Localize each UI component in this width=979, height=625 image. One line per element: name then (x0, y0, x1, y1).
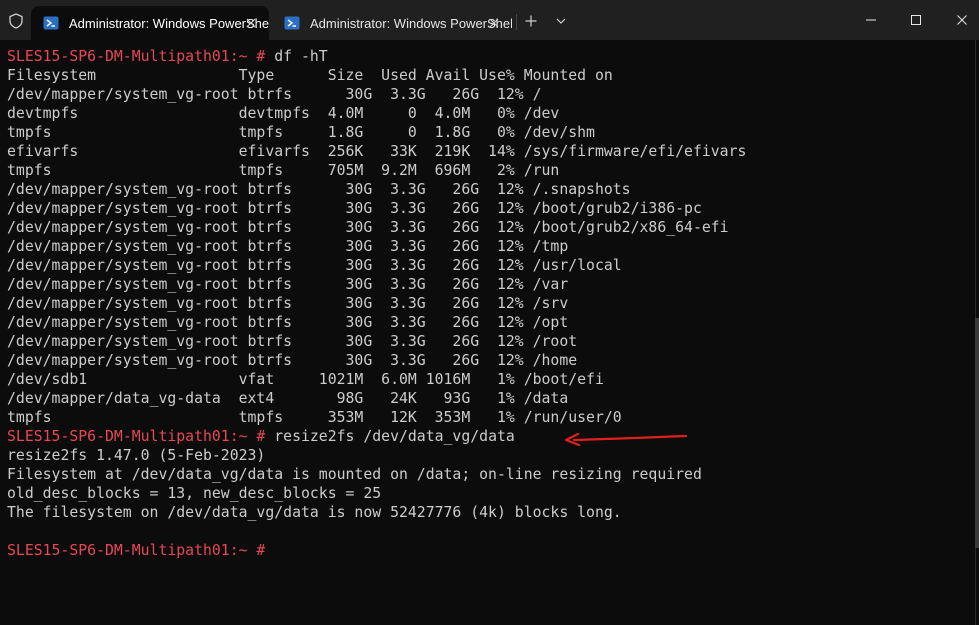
close-window-button[interactable] (950, 8, 974, 32)
output-line: old_desc_blocks = 13, new_desc_blocks = … (7, 485, 382, 502)
output-line: /dev/mapper/system_vg-root btrfs 30G 3.3… (7, 86, 542, 103)
output-line: devtmpfs devtmpfs 4.0M 0 4.0M 0% /dev (7, 105, 560, 122)
powershell-icon (43, 16, 59, 30)
shell-prompt: SLES15-SP6-DM-Multipath01:~ # (7, 428, 266, 445)
tab-close-button[interactable] (486, 15, 502, 31)
output-line: resize2fs 1.47.0 (5-Feb-2023) (7, 447, 266, 464)
output-line: /dev/mapper/system_vg-root btrfs 30G 3.3… (7, 333, 578, 350)
plus-icon (525, 15, 537, 27)
output-line: /dev/mapper/system_vg-root btrfs 30G 3.3… (7, 314, 569, 331)
minimize-icon (866, 19, 876, 21)
output-line: Filesystem Type Size Used Avail Use% Mou… (7, 67, 613, 84)
tab-dropdown-button[interactable] (551, 11, 571, 31)
prompt-line: SLES15-SP6-DM-Multipath01:~ # (7, 541, 972, 560)
output-line: /dev/mapper/data_vg-data ext4 98G 24K 93… (7, 390, 569, 407)
output-line: /dev/mapper/system_vg-root btrfs 30G 3.3… (7, 200, 702, 217)
tab-close-button[interactable] (243, 15, 259, 31)
new-tab-button[interactable] (520, 11, 542, 31)
terminal-output[interactable]: SLES15-SP6-DM-Multipath01:~ # df -hT File… (7, 47, 972, 617)
close-icon (957, 15, 967, 25)
output-line: efivarfs efivarfs 256K 33K 219K 14% /sys… (7, 143, 747, 160)
prompt-line: SLES15-SP6-DM-Multipath01:~ # df -hT (7, 47, 972, 66)
powershell-icon (284, 16, 300, 30)
output-line: /dev/mapper/system_vg-root btrfs 30G 3.3… (7, 295, 569, 312)
shell-prompt: SLES15-SP6-DM-Multipath01:~ # (7, 48, 266, 65)
shield-icon (9, 13, 23, 29)
output-line: tmpfs tmpfs 1.8G 0 1.8G 0% /dev/shm (7, 124, 595, 141)
maximize-icon (911, 15, 921, 25)
output-line: /dev/mapper/system_vg-root btrfs 30G 3.3… (7, 276, 569, 293)
scrollbar-thumb[interactable] (975, 318, 979, 548)
output-line: /dev/mapper/system_vg-root btrfs 30G 3.3… (7, 238, 569, 255)
annotation-arrow (564, 432, 688, 447)
output-line: Filesystem at /dev/data_vg/data is mount… (7, 466, 702, 483)
output-line: /dev/mapper/system_vg-root btrfs 30G 3.3… (7, 352, 578, 369)
tab-powershell-1[interactable]: Administrator: Windows PowerShell (31, 6, 269, 40)
tab-divider (516, 14, 517, 30)
close-icon (489, 18, 499, 28)
output-line: /dev/mapper/system_vg-root btrfs 30G 3.3… (7, 257, 622, 274)
command-text: df -hT (265, 48, 328, 65)
output-line: tmpfs tmpfs 705M 9.2M 696M 2% /run (7, 162, 560, 179)
output-line: tmpfs tmpfs 353M 12K 353M 1% /run/user/0 (7, 409, 622, 426)
tab-label: Administrator: Windows PowerShell (310, 15, 512, 31)
close-icon (246, 18, 256, 28)
minimize-button[interactable] (859, 8, 883, 32)
maximize-button[interactable] (904, 8, 928, 32)
shell-prompt: SLES15-SP6-DM-Multipath01:~ # (7, 542, 266, 559)
tab-powershell-2[interactable]: Administrator: Windows PowerShell (272, 6, 512, 40)
tab-label: Administrator: Windows PowerShell (69, 15, 269, 31)
output-line: /dev/sdb1 vfat 1021M 6.0M 1016M 1% /boot… (7, 371, 604, 388)
output-line: /dev/mapper/system_vg-root btrfs 30G 3.3… (7, 181, 631, 198)
output-line: /dev/mapper/system_vg-root btrfs 30G 3.3… (7, 219, 729, 236)
command-text: resize2fs /dev/data_vg/data (265, 428, 515, 445)
chevron-down-icon (556, 18, 566, 24)
output-line: The filesystem on /dev/data_vg/data is n… (7, 504, 622, 521)
title-bar: Administrator: Windows PowerShell Admini… (0, 0, 979, 40)
prompt-line: SLES15-SP6-DM-Multipath01:~ # resize2fs … (7, 427, 972, 446)
